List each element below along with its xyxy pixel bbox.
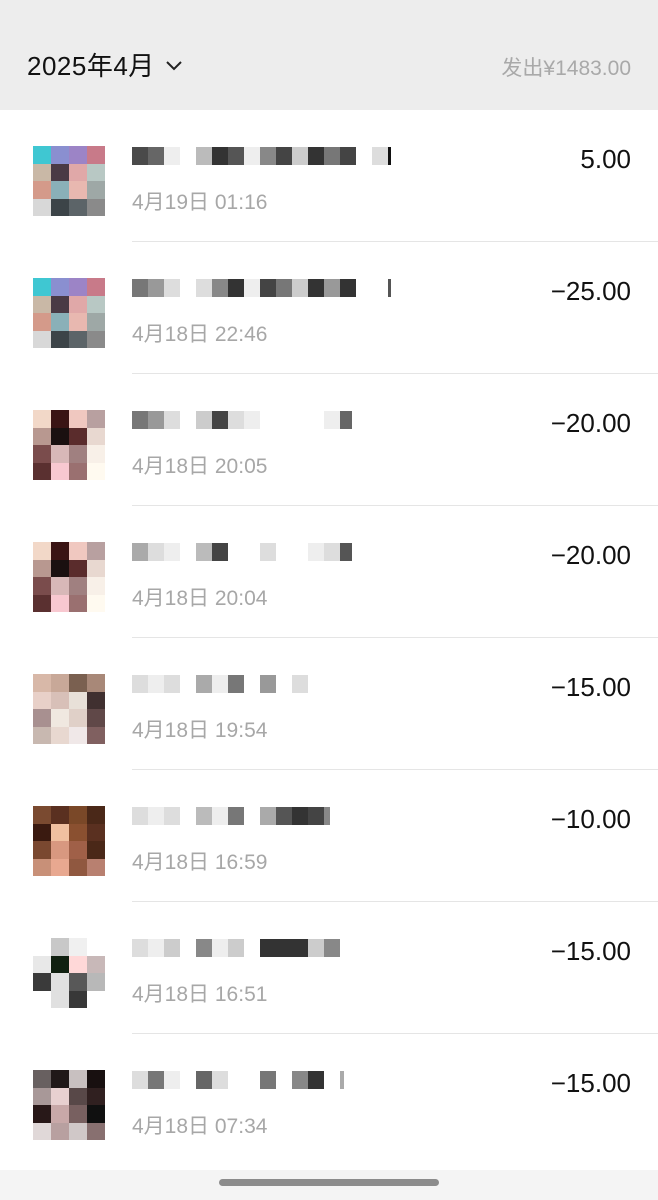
avatar bbox=[33, 806, 105, 876]
merchant-name-blurred bbox=[132, 1070, 344, 1090]
merchant-name-blurred bbox=[132, 674, 308, 694]
transaction-row[interactable]: 4月18日 20:04 −20.00 bbox=[0, 506, 658, 638]
avatar bbox=[33, 674, 105, 744]
month-label: 2025年4月 bbox=[27, 51, 155, 81]
transaction-row[interactable]: 4月19日 01:16 5.00 bbox=[0, 110, 658, 242]
total-spent: 发出¥1483.00 bbox=[501, 57, 631, 80]
transaction-amount: −15.00 bbox=[550, 1068, 631, 1098]
avatar bbox=[33, 1070, 105, 1140]
month-header: 2025年4月 发出¥1483.00 bbox=[0, 18, 658, 110]
transaction-row[interactable]: 4月18日 22:46 −25.00 bbox=[0, 242, 658, 374]
transaction-date: 4月18日 07:34 bbox=[132, 1115, 268, 1138]
transaction-date: 4月18日 20:04 bbox=[132, 587, 268, 610]
transaction-date: 4月18日 20:05 bbox=[132, 455, 268, 478]
transaction-amount: −10.00 bbox=[550, 804, 631, 834]
merchant-name-blurred bbox=[132, 806, 330, 826]
avatar bbox=[33, 146, 105, 216]
transaction-list: 4月19日 01:16 5.00 4月18日 22:46 −25.00 4月18… bbox=[0, 110, 658, 1170]
transaction-row[interactable]: 4月18日 20:05 −20.00 bbox=[0, 374, 658, 506]
merchant-name-blurred bbox=[132, 278, 391, 298]
transaction-date: 4月18日 16:51 bbox=[132, 983, 268, 1006]
avatar bbox=[33, 278, 105, 348]
transaction-row[interactable]: 4月18日 07:34 −15.00 bbox=[0, 1034, 658, 1166]
transaction-amount: 5.00 bbox=[580, 144, 631, 174]
transaction-date: 4月18日 19:54 bbox=[132, 719, 268, 742]
merchant-name-blurred bbox=[132, 146, 391, 166]
home-indicator[interactable] bbox=[219, 1179, 439, 1186]
transaction-amount: −20.00 bbox=[550, 540, 631, 570]
avatar bbox=[33, 410, 105, 480]
transaction-date: 4月18日 22:46 bbox=[132, 323, 268, 346]
month-selector[interactable]: 2025年4月 bbox=[27, 46, 185, 83]
transaction-amount: −25.00 bbox=[550, 276, 631, 306]
transaction-date: 4月18日 16:59 bbox=[132, 851, 268, 874]
merchant-name-blurred bbox=[132, 938, 340, 958]
transaction-amount: −15.00 bbox=[550, 936, 631, 966]
merchant-name-blurred bbox=[132, 410, 352, 430]
merchant-name-blurred bbox=[132, 542, 352, 562]
transaction-row[interactable]: 4月18日 19:54 −15.00 bbox=[0, 638, 658, 770]
transaction-amount: −20.00 bbox=[550, 408, 631, 438]
transaction-date: 4月19日 01:16 bbox=[132, 191, 268, 214]
transaction-row[interactable]: 4月18日 16:51 −15.00 bbox=[0, 902, 658, 1034]
avatar bbox=[33, 542, 105, 612]
avatar bbox=[33, 938, 105, 1008]
transaction-row[interactable]: 4月18日 16:59 −10.00 bbox=[0, 770, 658, 902]
status-strip bbox=[0, 0, 658, 19]
transaction-amount: −15.00 bbox=[550, 672, 631, 702]
chevron-down-icon bbox=[166, 60, 182, 70]
